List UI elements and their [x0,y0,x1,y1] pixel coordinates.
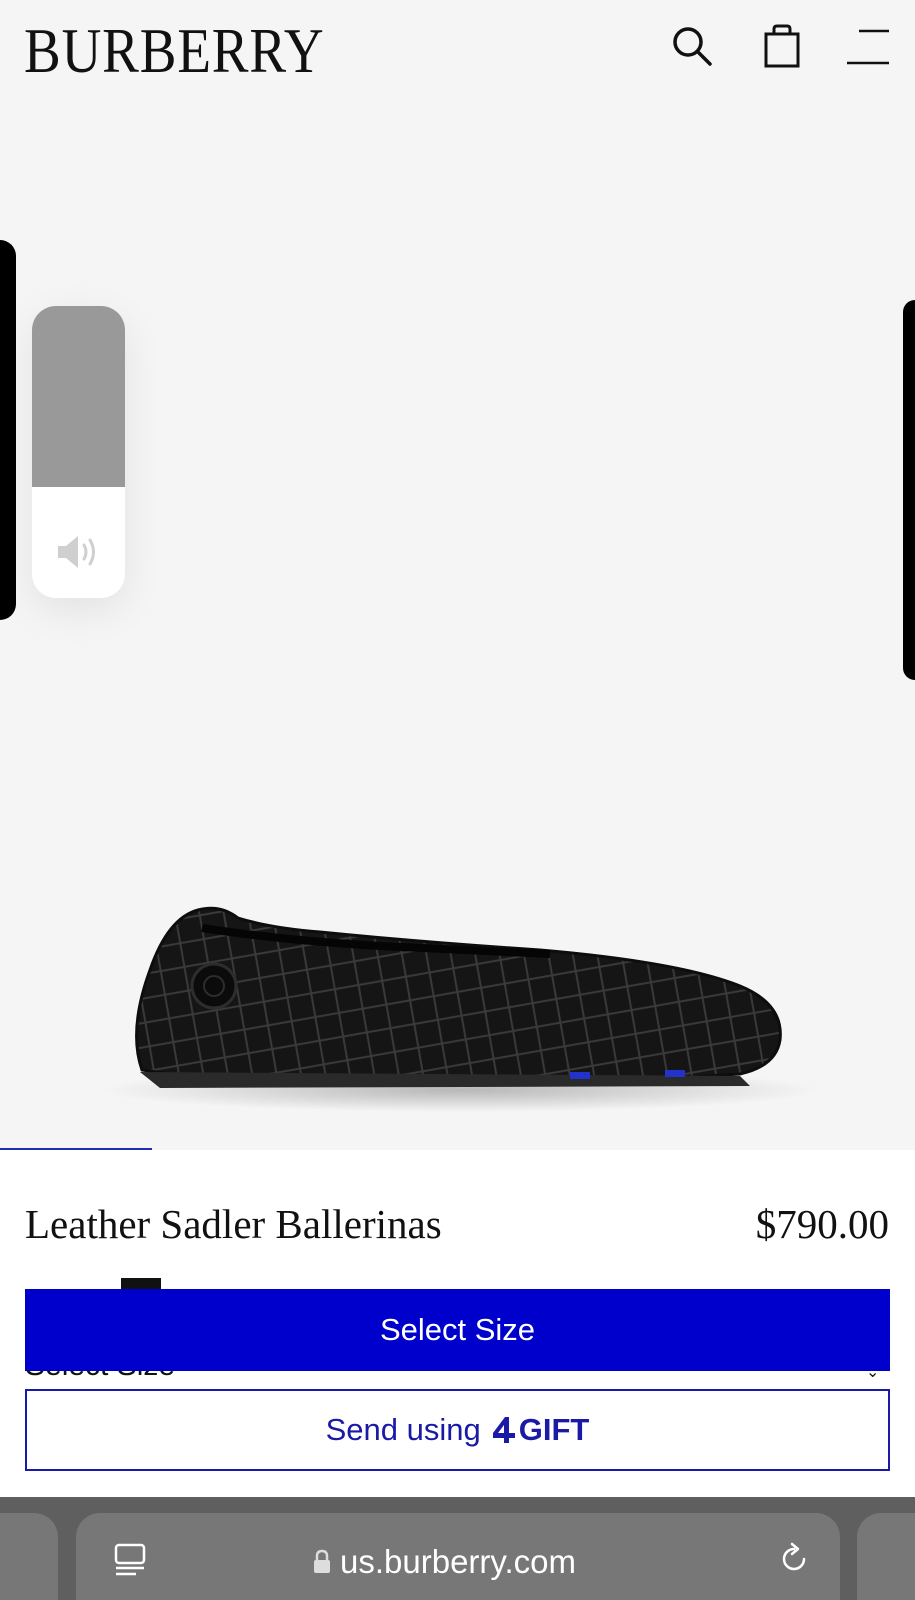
search-icon[interactable] [664,18,720,74]
speaker-icon [58,536,95,568]
product-gallery[interactable] [0,100,915,1150]
reload-icon[interactable] [776,1541,812,1577]
lock-icon [314,1549,330,1573]
next-image-peek [903,300,915,680]
url-text: us.burberry.com [340,1543,576,1580]
prev-image-peek [0,240,16,620]
next-tab-peek[interactable] [857,1513,915,1600]
volume-hud [32,306,125,598]
gift-logo-icon [492,1417,515,1443]
tabs-icon[interactable] [112,1541,148,1577]
url-display[interactable]: us.burberry.com [312,1543,576,1581]
gift-brand: GIFT [491,1412,590,1448]
product-image[interactable] [80,790,830,1130]
menu-icon[interactable] [840,18,896,74]
brand-logo[interactable]: BURBERRY [24,14,325,88]
volume-level-fill [32,306,125,488]
select-size-button[interactable]: Select Size [25,1289,890,1371]
send-gift-button[interactable]: Send using GIFT [25,1389,890,1471]
previous-tab-peek[interactable] [0,1513,58,1600]
product-price: $790.00 [755,1201,889,1247]
browser-toolbar: us.burberry.com [0,1497,915,1600]
address-bar[interactable]: us.burberry.com [76,1513,840,1600]
gift-brand-text: GIFT [518,1412,590,1447]
product-title: Leather Sadler Ballerinas [25,1201,442,1247]
shopping-bag-icon[interactable] [754,18,810,74]
site-header: BURBERRY [0,0,915,100]
gift-button-label: Send using [325,1412,481,1447]
